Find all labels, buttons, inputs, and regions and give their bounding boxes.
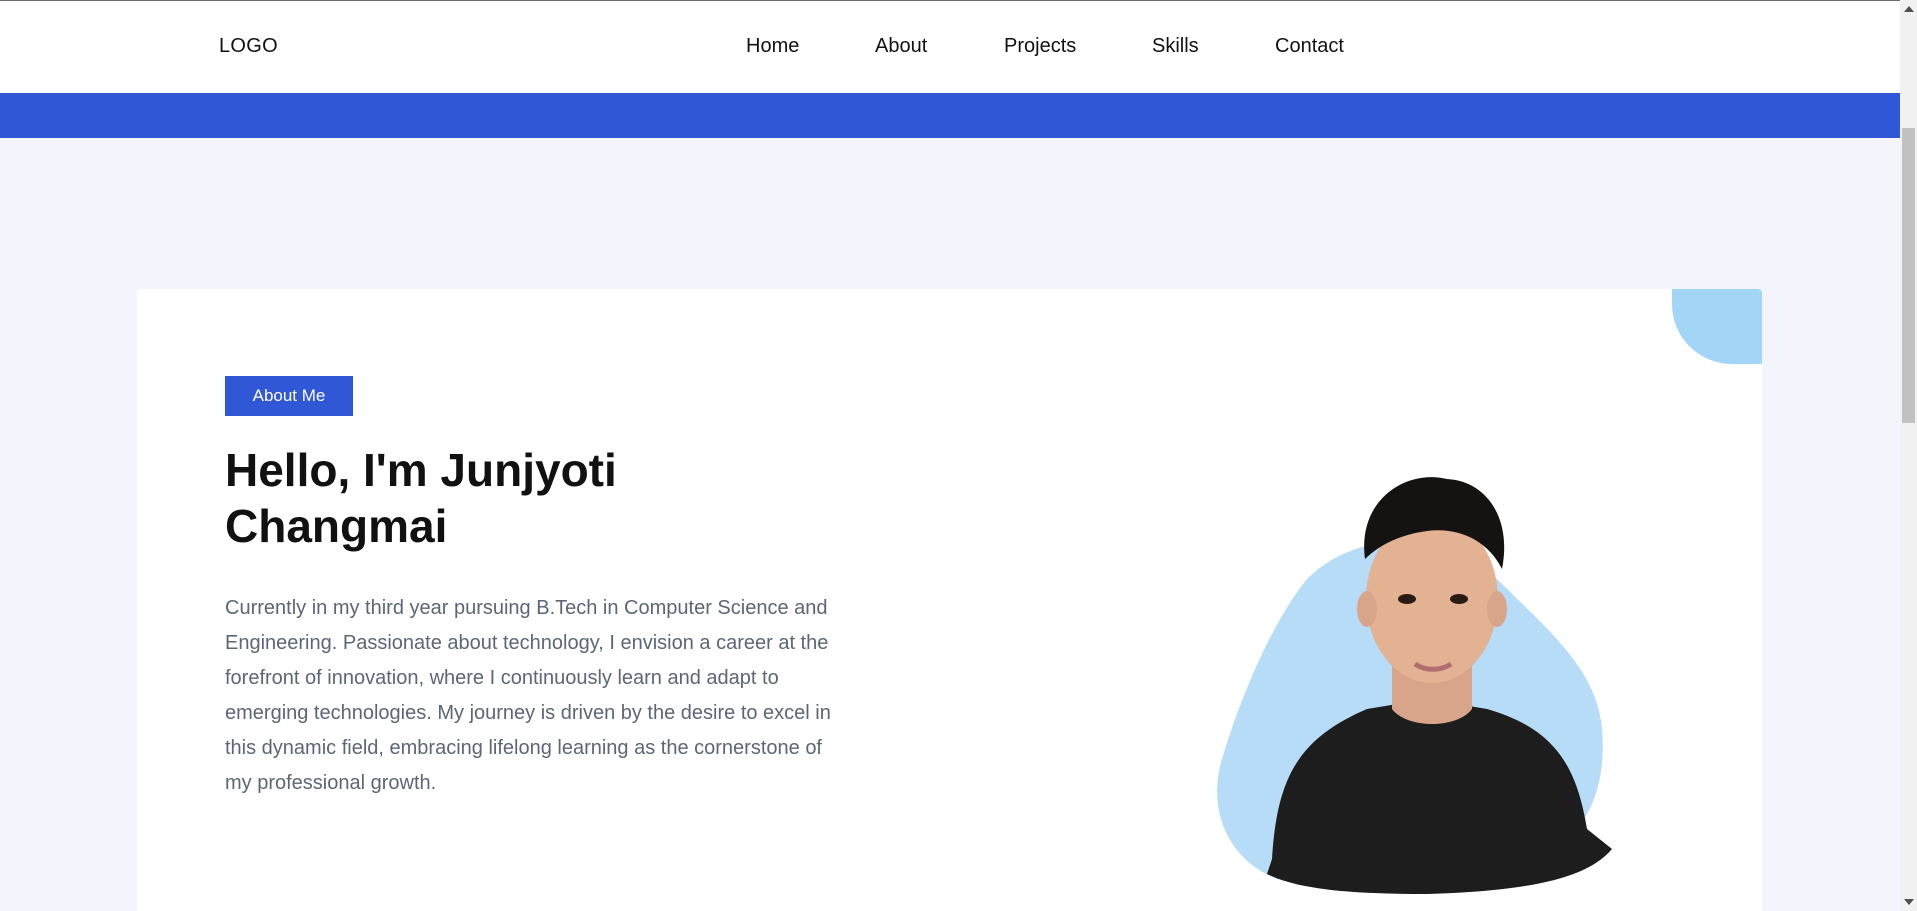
- scroll-up-icon[interactable]: [1904, 6, 1914, 12]
- vertical-scrollbar[interactable]: [1900, 0, 1917, 911]
- profile-photo: [1167, 409, 1687, 911]
- nav-link-projects[interactable]: Projects: [1004, 35, 1076, 58]
- headline: Hello, I'm Junjyoti Changmai: [225, 444, 617, 552]
- nav-link-home[interactable]: Home: [746, 35, 799, 58]
- scroll-thumb[interactable]: [1902, 128, 1915, 423]
- profile-photo-icon: [1217, 477, 1612, 894]
- nav-link-contact[interactable]: Contact: [1275, 35, 1344, 58]
- logo[interactable]: LOGO: [219, 35, 278, 58]
- photo-eye-left: [1398, 594, 1416, 604]
- page: LOGO Home About Projects Skills Contact …: [0, 0, 1917, 911]
- nav-link-skills[interactable]: Skills: [1152, 35, 1199, 58]
- navbar: LOGO Home About Projects Skills Contact: [0, 1, 1900, 93]
- scroll-down-icon[interactable]: [1904, 899, 1914, 905]
- bio-paragraph: Currently in my third year pursuing B.Te…: [225, 597, 831, 794]
- hero-band: [0, 93, 1900, 138]
- photo-eye-right: [1450, 594, 1468, 604]
- decorative-blob: [1672, 289, 1762, 364]
- about-card: About Me Hello, I'm Junjyoti Changmai Cu…: [137, 289, 1762, 911]
- nav-link-about[interactable]: About: [875, 35, 927, 58]
- about-me-badge: About Me: [225, 376, 353, 416]
- photo-ear-left: [1357, 591, 1377, 627]
- photo-ear-right: [1487, 591, 1507, 627]
